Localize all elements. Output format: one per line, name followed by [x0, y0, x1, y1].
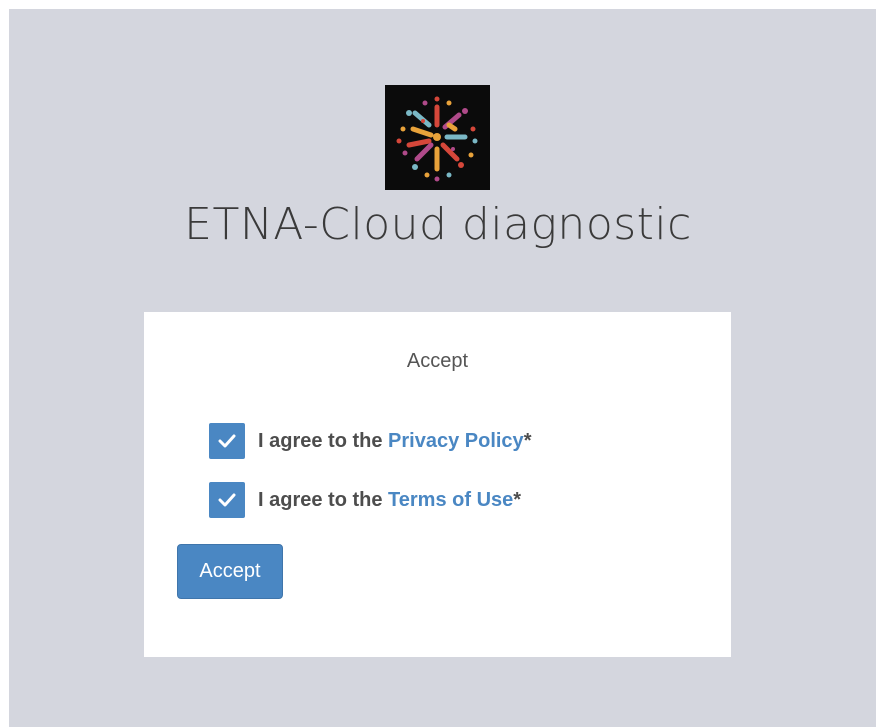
accept-card: Accept I agree to the Privacy Policy* I …	[144, 312, 731, 657]
app-title: ETNA-Cloud diagnostic	[184, 199, 692, 250]
app-logo	[385, 85, 490, 190]
accept-button[interactable]: Accept	[177, 544, 283, 599]
page-background: ETNA-Cloud diagnostic Accept I agree to …	[9, 9, 876, 727]
privacy-policy-row: I agree to the Privacy Policy*	[209, 423, 531, 459]
terms-of-use-link[interactable]: Terms of Use	[388, 489, 513, 511]
terms-of-use-label: I agree to the Terms of Use*	[258, 489, 521, 512]
card-title: Accept	[406, 350, 469, 372]
terms-of-use-row: I agree to the Terms of Use*	[209, 482, 521, 518]
agreement-prefix: I agree to the	[258, 429, 389, 452]
checkmark-icon	[218, 493, 236, 507]
terms-of-use-checkbox[interactable]	[209, 482, 245, 518]
required-asterisk: *	[513, 488, 522, 511]
privacy-policy-checkbox[interactable]	[209, 423, 245, 459]
privacy-policy-label: I agree to the Privacy Policy*	[258, 430, 531, 453]
required-asterisk: *	[523, 429, 532, 452]
checkmark-icon	[218, 434, 236, 448]
agreement-prefix: I agree to the	[258, 488, 389, 511]
privacy-policy-link[interactable]: Privacy Policy	[388, 430, 524, 452]
dot-burst-logo-icon	[396, 96, 478, 182]
